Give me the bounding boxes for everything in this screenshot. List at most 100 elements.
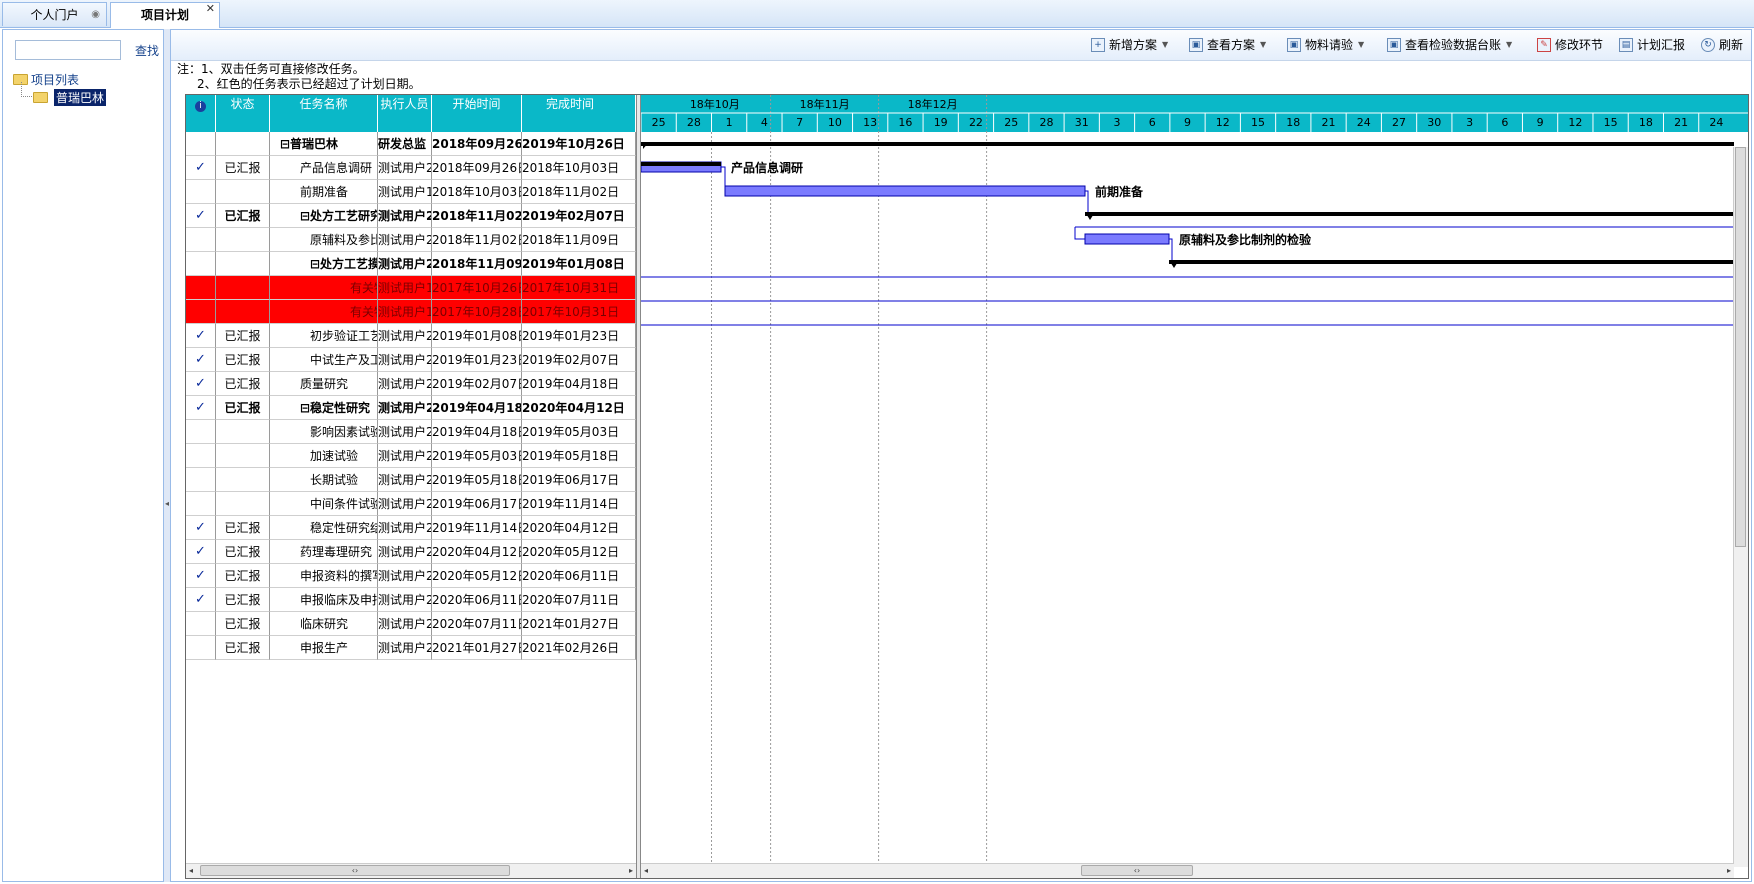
table-row[interactable]: ✓ 已汇报 产品信息调研 测试用户2 2018年09月26日 2018年10月03日 (186, 156, 636, 180)
task-bar (1084, 233, 1170, 245)
table-row[interactable]: 加速试验 测试用户2 2019年05月03日 2019年05月18日 (186, 444, 636, 468)
add-document-icon: + (1091, 38, 1105, 52)
cell-status: 已汇报 (216, 396, 270, 420)
table-row[interactable]: 中间条件试验 测试用户2 2019年06月17日 2019年11月14日 (186, 492, 636, 516)
view-icon: ▣ (1189, 38, 1203, 52)
tab-personal-portal[interactable]: 个人门户 ◉ (2, 2, 107, 26)
cell-name: 产品信息调研 (270, 156, 378, 180)
material-request-label: 物料请验 (1305, 38, 1354, 52)
cell-name: ⊟稳定性研究 (270, 396, 378, 420)
table-row[interactable]: ✓ 已汇报 药理毒理研究 测试用户2 2020年04月12日 2020年05月12日 (186, 540, 636, 564)
modify-step-label: 修改环节 (1555, 38, 1604, 52)
refresh-button[interactable]: ↻ 刷新 (1701, 37, 1743, 53)
cell-start: 2020年06月11日 (432, 588, 522, 612)
cell-end: 2019年11月14日 (522, 492, 636, 516)
info-column-header[interactable]: i (186, 95, 216, 132)
tree-item-label: 普瑞巴林 (54, 89, 107, 106)
cell-end: 2019年02月07日 (522, 348, 636, 372)
scroll-left-icon[interactable]: ◂ (189, 864, 193, 878)
vertical-scroll-thumb[interactable] (1735, 147, 1746, 547)
status-column-header[interactable]: 状态 (216, 95, 270, 132)
reported-check-icon: ✓ (186, 324, 216, 348)
table-row[interactable]: ✓ 已汇报 稳定性研究结 测试用户2 2019年11月14日 2020年04月12日 (186, 516, 636, 540)
reported-check-icon: ✓ (186, 372, 216, 396)
search-button[interactable]: 查找 (135, 42, 159, 59)
reported-check-icon: ✓ (186, 516, 216, 540)
cell-start: 2019年04月18日 (432, 420, 522, 444)
refresh-label: 刷新 (1719, 38, 1744, 52)
table-row[interactable]: ⊟处方工艺摸索测试用户22018年11月09日2019年01月08日 (186, 252, 636, 276)
day-label: 27 (1392, 116, 1406, 129)
cell-start: 2020年05月12日 (432, 564, 522, 588)
cell-owner: 测试用户2 (378, 372, 432, 396)
table-row[interactable]: ✓已汇报⊟稳定性研究测试用户22019年04月18日2020年04月12日 (186, 396, 636, 420)
table-row[interactable]: 前期准备 测试用户1 2018年10月03日 2018年11月02日 (186, 180, 636, 204)
table-row[interactable]: 已汇报 临床研究 测试用户2 2020年07月11日 2021年01月27日 (186, 612, 636, 636)
close-icon[interactable]: ✕ (206, 0, 215, 21)
reported-check-icon: ✓ (186, 588, 216, 612)
cell-name: 中试生产及工 (270, 348, 378, 372)
table-row[interactable]: ✓ 已汇报 中试生产及工 测试用户2 2019年01月23日 2019年02月07日 (186, 348, 636, 372)
cell-status (216, 276, 270, 300)
gantt-chart: 18年10月 18年11月 18年12月 25 28 1 4 7 10 13 16 19 22 25 28 3… (640, 95, 1748, 878)
start-column-header[interactable]: 开始时间 (432, 95, 522, 132)
table-row[interactable]: ✓ 已汇报 初步验证工艺 测试用户2 2019年01月08日 2019年01月23日 (186, 324, 636, 348)
tree-item-project[interactable]: 普瑞巴林 (33, 89, 107, 106)
table-row[interactable]: ✓已汇报⊟处方工艺研究测试用户22018年11月02日2019年02月07日 (186, 204, 636, 228)
name-column-header[interactable]: 任务名称 (270, 95, 378, 132)
scroll-thumb[interactable]: ‹› (1081, 865, 1193, 876)
collapse-arrow-icon[interactable]: ◂ (165, 499, 169, 508)
table-row[interactable]: 已汇报 申报生产 测试用户2 2021年01月27日 2021年02月26日 (186, 636, 636, 660)
cell-name: 加速试验 (270, 444, 378, 468)
add-plan-button[interactable]: + 新增方案 ▼ (1091, 37, 1168, 53)
owner-column-header[interactable]: 执行人员 (378, 95, 432, 132)
chevron-down-icon: ▼ (1162, 40, 1169, 49)
tab-project-plan[interactable]: 项目计划 ✕ (110, 2, 220, 28)
cell-start: 2020年07月11日 (432, 612, 522, 636)
scroll-right-icon[interactable]: ▸ (629, 864, 633, 878)
grid-horizontal-scrollbar[interactable]: ◂ ‹› ▸ (186, 863, 636, 878)
cell-name: 质量研究 (270, 372, 378, 396)
reported-check-icon (186, 444, 216, 468)
cell-start: 2019年04月18日 (432, 396, 522, 420)
toolbar: + 新增方案 ▼ ▣ 查看方案 ▼ ▣ 物料请验 ▼ ▣ 查看检验数据台账 ▼ … (171, 30, 1751, 61)
table-row[interactable]: 影响因素试验 测试用户2 2019年04月18日 2019年05月03日 (186, 420, 636, 444)
chart-vertical-scrollbar[interactable] (1733, 147, 1748, 867)
main-panel: + 新增方案 ▼ ▣ 查看方案 ▼ ▣ 物料请验 ▼ ▣ 查看检验数据台账 ▼ … (170, 29, 1752, 882)
table-row[interactable]: ⊟普瑞巴林研发总监2018年09月26日2019年10月26日 (186, 132, 636, 156)
tab-settings-icon[interactable]: ◉ (91, 3, 100, 27)
table-row[interactable]: 长期试验 测试用户2 2019年05月18日 2019年06月17日 (186, 468, 636, 492)
reported-check-icon (186, 252, 216, 276)
table-row[interactable]: ✓ 已汇报 申报资料的撰写 测试用户2 2020年05月12日 2020年06月11日 (186, 564, 636, 588)
material-request-button[interactable]: ▣ 物料请验 ▼ (1287, 37, 1364, 53)
search-input[interactable] (15, 40, 121, 60)
cell-start: 2018年11月09日 (432, 252, 522, 276)
cell-name: ⊟普瑞巴林 (270, 132, 378, 156)
scroll-thumb[interactable]: ‹› (200, 865, 510, 876)
cell-owner: 测试用户2 (378, 156, 432, 180)
table-row[interactable]: 原辅料及参比 测试用户2 2018年11月02日 2018年11月09日 (186, 228, 636, 252)
view-plan-button[interactable]: ▣ 查看方案 ▼ (1189, 37, 1266, 53)
table-row[interactable]: 有关物质的测试用户12017年10月28日2017年10月31日 (186, 300, 636, 324)
cell-end: 2019年02月07日 (522, 204, 636, 228)
plan-report-button[interactable]: ▤ 计划汇报 (1619, 37, 1685, 53)
view-inspection-button[interactable]: ▣ 查看检验数据台账 ▼ (1387, 37, 1512, 53)
cell-end: 2018年11月02日 (522, 180, 636, 204)
table-row[interactable]: ✓ 已汇报 申报临床及申报 测试用户2 2020年06月11日 2020年07月11日 (186, 588, 636, 612)
end-column-header[interactable]: 完成时间 (522, 95, 636, 132)
modify-step-button[interactable]: ✎ 修改环节 (1537, 37, 1603, 53)
scroll-left-icon[interactable]: ◂ (644, 864, 648, 878)
table-row[interactable]: 有关物质的测试用户12017年10月26日2017年10月31日 (186, 276, 636, 300)
cell-status (216, 132, 270, 156)
cell-status: 已汇报 (216, 516, 270, 540)
table-row[interactable]: ✓ 已汇报 质量研究 测试用户2 2019年02月07日 2019年04月18日 (186, 372, 636, 396)
day-label: 31 (1075, 116, 1089, 129)
task-bar (724, 185, 1086, 197)
cell-name: 原辅料及参比 (270, 228, 378, 252)
view-plan-label: 查看方案 (1207, 38, 1256, 52)
cell-owner: 测试用户2 (378, 396, 432, 420)
scroll-right-icon[interactable]: ▸ (1727, 864, 1731, 878)
reported-check-icon: ✓ (186, 204, 216, 228)
chart-horizontal-scrollbar[interactable]: ◂ ‹› ▸ (641, 863, 1734, 878)
tab-label: 项目计划 (140, 8, 189, 22)
